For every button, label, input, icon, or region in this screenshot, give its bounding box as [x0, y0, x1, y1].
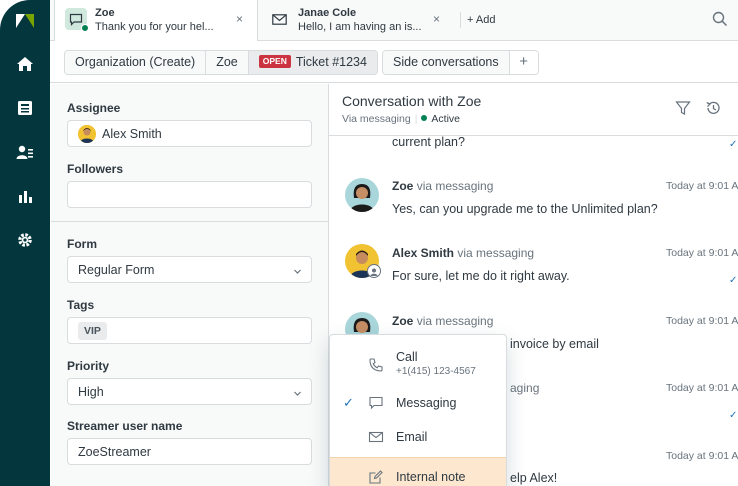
channel-switcher-menu: Call +1(415) 123-4567 ✓ Messaging Email … — [329, 334, 507, 486]
home-icon[interactable] — [14, 53, 36, 75]
menu-item-internal-note[interactable]: Internal note — [330, 457, 506, 486]
form-value: Regular Form — [78, 263, 155, 277]
form-select[interactable]: Regular Form — [67, 256, 312, 283]
search-icon[interactable] — [712, 11, 728, 27]
priority-value: High — [78, 385, 104, 399]
tags-field[interactable]: VIP — [67, 317, 312, 344]
followers-field[interactable] — [67, 181, 312, 208]
message-text: invoice by email — [510, 337, 599, 351]
add-side-conversation-button[interactable]: + — [509, 51, 538, 74]
streamer-field[interactable]: ZoeStreamer — [67, 438, 312, 465]
message-text: Yes, can you upgrade me to the Unlimited… — [392, 202, 658, 216]
filter-icon[interactable] — [675, 100, 691, 116]
breadcrumb: Organization (Create) Zoe OPEN Ticket #12… — [64, 50, 378, 75]
message-author: aging — [510, 381, 540, 395]
zendesk-logo[interactable] — [13, 10, 37, 32]
add-tab-button[interactable]: + Add — [460, 12, 495, 28]
chat-bubble-icon — [368, 395, 384, 411]
conversation-title: Conversation with Zoe — [342, 93, 482, 109]
menu-item-label: Internal note — [396, 470, 466, 484]
streamer-label: Streamer user name — [67, 419, 183, 433]
chevron-down-icon — [293, 387, 302, 396]
close-tab-icon[interactable]: × — [236, 12, 243, 26]
priority-select[interactable]: High — [67, 378, 312, 405]
menu-item-call[interactable]: Call +1(415) 123-4567 — [330, 347, 506, 383]
conversation-header: Conversation with Zoe Via messaging | Acti… — [329, 84, 738, 136]
tab-title: Zoe — [95, 7, 115, 19]
chevron-down-icon — [293, 265, 302, 274]
message-time: Today at 9:01 A — [666, 315, 738, 327]
followers-label: Followers — [67, 162, 124, 176]
conversation-channel: Via messaging | Active — [342, 113, 460, 125]
priority-label: Priority — [67, 359, 110, 373]
ticket-tab-bar: Zoe Thank you for your hel... × Janae Co… — [50, 0, 738, 41]
tab-preview: Hello, I am having an is... — [298, 21, 422, 33]
ticket-properties-panel: Assignee Alex Smith Followers Form Regul… — [51, 84, 329, 486]
history-icon[interactable] — [705, 100, 721, 116]
form-label: Form — [67, 237, 97, 251]
envelope-icon — [268, 8, 290, 30]
phone-icon — [368, 357, 384, 373]
global-nav-rail — [0, 0, 50, 486]
selected-check-icon: ✓ — [343, 395, 354, 410]
assignee-label: Assignee — [67, 101, 121, 115]
breadcrumb-requester[interactable]: Zoe — [206, 51, 249, 74]
separator: | — [414, 113, 418, 125]
message-text: current plan? — [392, 135, 465, 149]
customers-icon[interactable] — [14, 141, 36, 163]
ticket-number: Ticket #1234 — [295, 55, 367, 69]
menu-item-label: Email — [396, 430, 428, 444]
breadcrumb-organization[interactable]: Organization (Create) — [65, 51, 207, 74]
channel-label: Via messaging — [342, 113, 411, 125]
menu-item-messaging[interactable]: ✓ Messaging — [330, 391, 506, 417]
agent-badge-icon — [367, 264, 381, 278]
online-status-dot — [81, 24, 89, 32]
message-time: Today at 9:01 A — [666, 247, 738, 259]
breadcrumb-ticket[interactable]: OPEN Ticket #1234 — [248, 51, 377, 74]
message-author: Zoe via messaging — [392, 314, 494, 328]
side-conversations-button[interactable]: Side conversations — [383, 51, 510, 74]
tags-label: Tags — [67, 298, 95, 312]
status-label: Active — [431, 113, 461, 125]
delivered-check-icon: ✓ — [729, 410, 738, 421]
streamer-value: ZoeStreamer — [78, 445, 151, 459]
active-status-dot — [421, 115, 428, 121]
reporting-icon[interactable] — [14, 185, 36, 207]
edit-note-icon — [368, 469, 384, 485]
assignee-field[interactable]: Alex Smith — [67, 120, 312, 147]
tab-title: Janae Cole — [298, 7, 357, 19]
side-conversations-control: Side conversations + — [382, 50, 539, 75]
message-time: Today at 9:01 A — [666, 450, 738, 462]
ticket-header-bar: Organization (Create) Zoe OPEN Ticket #12… — [50, 41, 738, 83]
delivered-check-icon: ✓ — [729, 139, 738, 150]
avatar — [345, 178, 379, 212]
delivered-check-icon: ✓ — [729, 275, 738, 286]
avatar — [78, 125, 96, 143]
tab-janae-cole[interactable]: Janae Cole Hello, I am having an is... × — [258, 0, 454, 41]
section-divider — [51, 221, 329, 222]
tag-chip[interactable]: VIP — [78, 322, 107, 340]
message-time: Today at 9:01 A — [666, 382, 738, 394]
admin-gear-icon[interactable] — [14, 229, 36, 251]
menu-item-label: Call — [396, 350, 418, 364]
message-time: Today at 9:01 A — [666, 180, 738, 192]
envelope-icon — [368, 429, 384, 445]
menu-item-label: Messaging — [396, 396, 457, 410]
message-author: Alex Smith via messaging — [392, 246, 535, 260]
phone-number: +1(415) 123-4567 — [396, 366, 476, 377]
tab-preview: Thank you for your hel... — [95, 21, 214, 33]
message-text: For sure, let me do it right away. — [392, 269, 570, 283]
assignee-value: Alex Smith — [102, 127, 162, 141]
status-badge: OPEN — [258, 55, 291, 68]
message-text: elp Alex! — [510, 471, 558, 485]
menu-item-email[interactable]: Email — [330, 425, 506, 451]
close-tab-icon[interactable]: × — [433, 12, 440, 26]
tab-zoe[interactable]: Zoe Thank you for your hel... × — [54, 0, 258, 41]
views-icon[interactable] — [14, 97, 36, 119]
message-author: Zoe via messaging — [392, 179, 494, 193]
